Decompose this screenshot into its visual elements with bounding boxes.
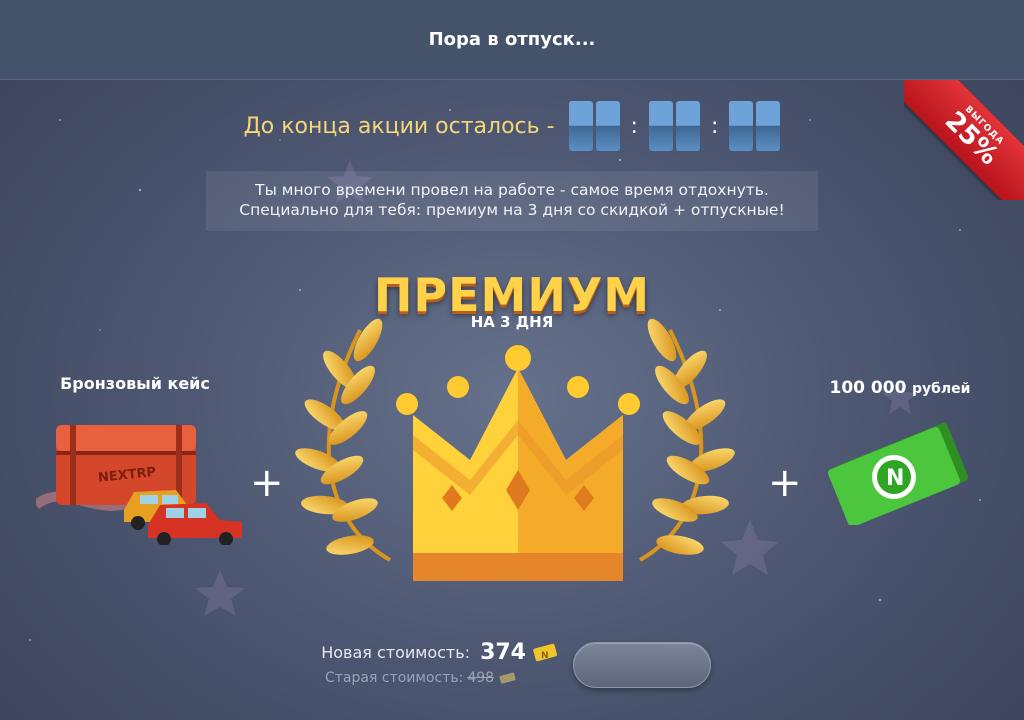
coin-icon xyxy=(499,672,516,684)
cash-icon: N xyxy=(827,422,969,525)
plus-sign: + xyxy=(250,460,284,506)
new-price-row: Новая стоимость: 374 N xyxy=(321,640,560,665)
countdown-seconds xyxy=(729,101,781,151)
buy-button[interactable] xyxy=(573,642,711,688)
header-bar: Пора в отпуск... xyxy=(0,0,1024,80)
countdown-separator: : xyxy=(710,113,719,139)
money-reward-amount: 100 000 xyxy=(829,378,907,398)
new-price-label: Новая стоимость: xyxy=(321,643,471,662)
coin-icon-symbol: N xyxy=(541,651,549,661)
money-reward-unit: рублей xyxy=(911,381,971,397)
offer-description-line: Специально для тебя: премиум на 3 дня со… xyxy=(239,201,785,219)
cash-icon-symbol: N xyxy=(886,466,904,491)
countdown-digit xyxy=(595,101,620,151)
countdown-hours xyxy=(568,101,620,151)
premium-subtitle: НА 3 ДНЯ xyxy=(470,313,554,331)
countdown-row: До конца акции осталось - : : xyxy=(0,100,1024,152)
plus-sign: + xyxy=(768,460,802,506)
money-reward-label: 100 000 рублей xyxy=(800,378,1000,398)
price-block: Новая стоимость: 374 N Старая стоимость:… xyxy=(300,640,560,690)
countdown-digit xyxy=(675,101,700,151)
countdown-digit xyxy=(648,101,673,151)
offer-description-line: Ты много времени провел на работе - само… xyxy=(255,181,769,199)
old-price-value: 498 xyxy=(467,670,495,686)
bronze-case-label: Бронзовый кейс xyxy=(60,374,210,393)
old-price-label: Старая стоимость: xyxy=(325,670,464,686)
bronze-case-icon: NEXTRP xyxy=(36,425,242,545)
crown-laurel-icon xyxy=(295,318,735,581)
countdown-label: До конца акции осталось - xyxy=(243,113,555,139)
new-price-value: 374 xyxy=(480,640,526,665)
countdown-digit xyxy=(568,101,593,151)
offer-description: Ты много времени провел на работе - само… xyxy=(206,171,818,231)
countdown-separator: : xyxy=(630,113,638,139)
old-price-row: Старая стоимость: 498 xyxy=(325,670,518,686)
page-title: Пора в отпуск... xyxy=(428,29,596,50)
countdown-digit xyxy=(756,101,781,151)
countdown-minutes xyxy=(648,101,700,151)
countdown-digit xyxy=(729,101,754,151)
coin-icon: N xyxy=(533,643,557,661)
